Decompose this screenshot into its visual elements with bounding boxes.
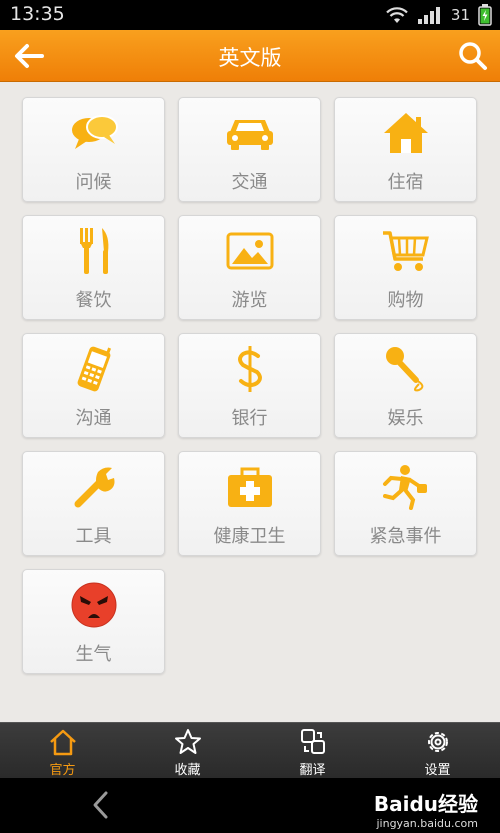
tab-favorites[interactable]: 收藏 xyxy=(125,723,250,779)
category-label: 生气 xyxy=(75,644,112,665)
speech-bubbles-icon xyxy=(69,108,119,158)
category-tile-banking[interactable]: 银行 xyxy=(178,333,321,438)
cart-icon xyxy=(381,226,431,276)
category-tile-angry[interactable]: 生气 xyxy=(22,569,165,674)
category-label: 交通 xyxy=(231,172,268,193)
page-title: 英文版 xyxy=(218,46,282,70)
category-tile-communication[interactable]: 沟通 xyxy=(22,333,165,438)
home-icon xyxy=(50,729,76,756)
category-tile-lodging[interactable]: 住宿 xyxy=(334,97,477,202)
category-label: 游览 xyxy=(231,290,268,311)
tab-label: 收藏 xyxy=(174,763,201,778)
house-icon xyxy=(381,108,431,158)
translate-icon xyxy=(301,729,325,754)
angry-face-icon xyxy=(69,580,119,630)
watermark-url: jingyan.baidu.com xyxy=(376,817,478,830)
header-bar: 英文版 xyxy=(0,30,500,82)
microphone-icon xyxy=(381,344,431,394)
category-label: 银行 xyxy=(231,408,268,429)
tab-label: 官方 xyxy=(49,763,76,778)
battery-level: 31 xyxy=(450,6,470,24)
category-label: 健康卫生 xyxy=(213,526,286,547)
first-aid-kit-icon xyxy=(225,462,275,512)
category-tile-dining[interactable]: 餐饮 xyxy=(22,215,165,320)
category-tile-greeting[interactable]: 问候 xyxy=(22,97,165,202)
battery-charging-icon xyxy=(478,4,492,26)
status-bar: 13:35 31 xyxy=(0,0,500,30)
category-tile-shopping[interactable]: 购物 xyxy=(334,215,477,320)
phone-icon xyxy=(69,344,119,394)
category-label: 问候 xyxy=(75,172,112,193)
tab-label: 翻译 xyxy=(299,763,326,778)
category-label: 紧急事件 xyxy=(369,526,442,547)
category-panel: 问候 交通 住宿 餐饮 游览 购物 沟通 银行 娱乐 工具 健康卫生 紧急事件 … xyxy=(0,82,500,722)
watermark-logo: Baidu经验 xyxy=(373,792,478,816)
picture-icon xyxy=(225,226,275,276)
nav-back-icon[interactable] xyxy=(88,790,114,820)
category-label: 餐饮 xyxy=(75,290,112,311)
wifi-icon xyxy=(386,7,408,23)
gear-icon xyxy=(428,732,448,752)
bottom-tab-bar: 官方 收藏 翻译 设置 xyxy=(0,722,500,778)
wrench-icon xyxy=(69,462,119,512)
category-tile-tools[interactable]: 工具 xyxy=(22,451,165,556)
category-tile-health[interactable]: 健康卫生 xyxy=(178,451,321,556)
status-time: 13:35 xyxy=(10,3,65,25)
fork-knife-icon xyxy=(69,226,119,276)
tab-label: 设置 xyxy=(424,763,451,778)
category-label: 工具 xyxy=(75,526,112,547)
car-icon xyxy=(225,108,275,158)
category-label: 购物 xyxy=(387,290,424,311)
tab-settings[interactable]: 设置 xyxy=(375,723,500,779)
category-tile-emergency[interactable]: 紧急事件 xyxy=(334,451,477,556)
signal-icon xyxy=(417,7,440,24)
system-nav-bar: Baidu经验 jingyan.baidu.com xyxy=(0,778,500,833)
running-man-icon xyxy=(381,462,431,512)
category-tile-transport[interactable]: 交通 xyxy=(178,97,321,202)
dollar-icon xyxy=(225,344,275,394)
category-label: 娱乐 xyxy=(387,408,424,429)
category-tile-entertainment[interactable]: 娱乐 xyxy=(334,333,477,438)
star-icon xyxy=(175,729,201,754)
tab-translate[interactable]: 翻译 xyxy=(250,723,375,779)
tab-official[interactable]: 官方 xyxy=(0,723,125,779)
category-tile-sightseeing[interactable]: 游览 xyxy=(178,215,321,320)
category-label: 沟通 xyxy=(75,408,112,429)
search-icon[interactable] xyxy=(458,40,488,72)
status-icons: 31 xyxy=(385,4,492,26)
category-label: 住宿 xyxy=(387,172,424,193)
watermark: Baidu经验 jingyan.baidu.com xyxy=(374,788,478,830)
